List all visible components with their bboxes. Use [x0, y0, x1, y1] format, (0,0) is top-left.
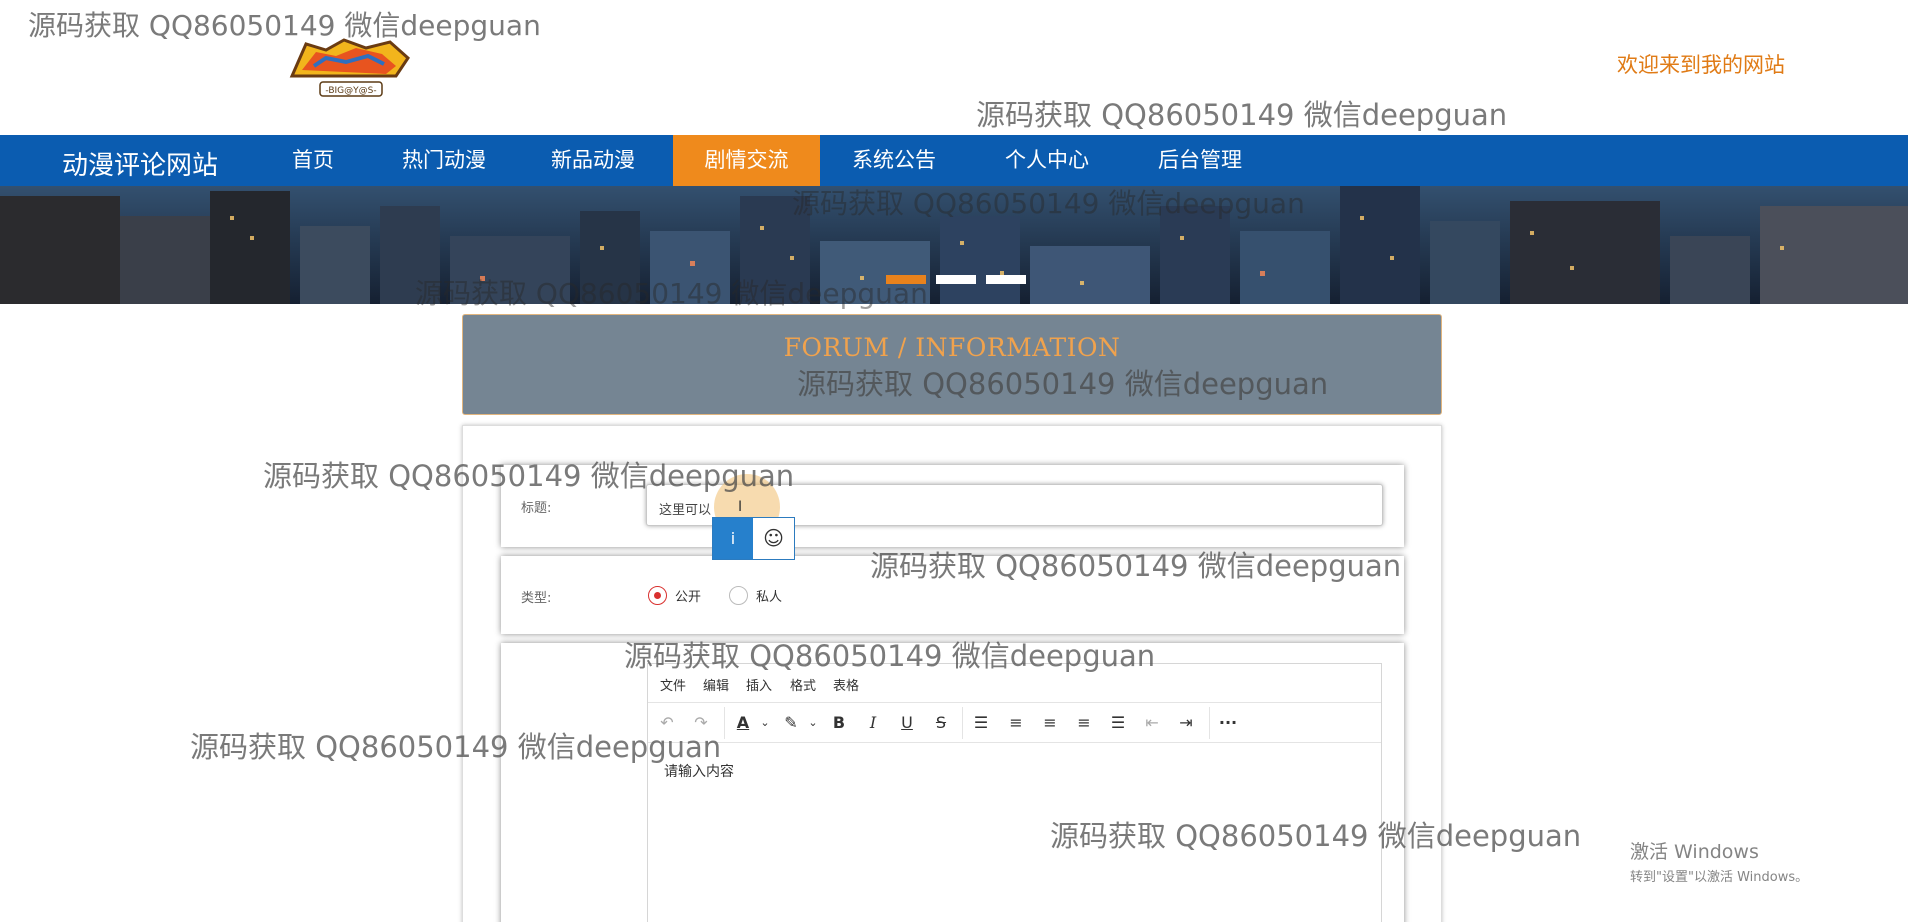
nav-item-home[interactable]: 首页: [274, 135, 352, 186]
editor-content[interactable]: 请输入内容: [664, 761, 734, 781]
radio-private-circle[interactable]: [729, 586, 748, 605]
underline-icon[interactable]: U: [894, 710, 920, 736]
ime-emoji-icon[interactable]: ☺: [753, 518, 794, 559]
more-icon[interactable]: ···: [1215, 710, 1241, 736]
align-left-icon[interactable]: ≡: [1003, 710, 1029, 736]
title-label: 标题:: [521, 501, 552, 516]
strikethrough-icon[interactable]: S: [928, 710, 954, 736]
banner-dot-2[interactable]: [936, 275, 976, 284]
rich-text-editor: 文件 编辑 插入 格式 表格 ↶ ↷ A ⌄ ✎ ⌄ B I U S ☰ ≡ ≡…: [647, 663, 1382, 922]
redo-icon[interactable]: ↷: [688, 710, 714, 736]
indent-icon[interactable]: ⇥: [1173, 710, 1199, 736]
site-logo-icon[interactable]: -BIG@Y@S-: [286, 36, 414, 102]
site-brand[interactable]: 动漫评论网站: [62, 145, 218, 182]
banner-dot-3[interactable]: [986, 275, 1026, 284]
windows-activation-title: 激活 Windows: [1630, 841, 1759, 863]
menu-table[interactable]: 表格: [833, 675, 859, 694]
main-nav: 动漫评论网站 首页 热门动漫 新品动漫 剧情交流 系统公告 个人中心 后台管理: [0, 135, 1908, 186]
menu-format[interactable]: 格式: [790, 675, 816, 694]
justify-icon[interactable]: ☰: [1105, 710, 1131, 736]
highlight-dropdown-icon[interactable]: ⌄: [800, 710, 826, 736]
nav-item-plot-forum[interactable]: 剧情交流: [673, 135, 820, 186]
nav-item-hot-anime[interactable]: 热门动漫: [384, 135, 504, 186]
windows-activation-subtitle: 转到"设置"以激活 Windows。: [1630, 870, 1809, 885]
radio-private-label: 私人: [756, 590, 783, 605]
city-skyline-image: [0, 186, 1908, 304]
menu-insert[interactable]: 插入: [746, 675, 772, 694]
italic-icon[interactable]: I: [860, 710, 886, 736]
type-row: 类型:: [501, 556, 1404, 634]
svg-text:-BIG@Y@S-: -BIG@Y@S-: [325, 86, 376, 96]
menu-edit[interactable]: 编辑: [703, 675, 729, 694]
align-center-icon[interactable]: ≡: [1037, 710, 1063, 736]
editor-toolbar: ↶ ↷ A ⌄ ✎ ⌄ B I U S ☰ ≡ ≡ ≡ ☰ ⇤ ⇥ ···: [648, 703, 1381, 743]
ime-info-icon[interactable]: i: [713, 518, 753, 559]
editor-menubar: 文件 编辑 插入 格式 表格: [648, 664, 1381, 703]
type-label: 类型:: [521, 591, 552, 606]
bullet-list-icon[interactable]: ☰: [968, 710, 994, 736]
nav-item-admin[interactable]: 后台管理: [1140, 135, 1260, 186]
section-title-box: FORUM / INFORMATION: [462, 314, 1442, 415]
site-header: -BIG@Y@S- 欢迎来到我的网站: [0, 0, 1908, 135]
undo-icon[interactable]: ↶: [654, 710, 680, 736]
radio-public-circle[interactable]: [648, 586, 667, 605]
align-right-icon[interactable]: ≡: [1071, 710, 1097, 736]
bold-icon[interactable]: B: [826, 710, 852, 736]
page: -BIG@Y@S- 欢迎来到我的网站 动漫评论网站 首页 热门动漫 新品动漫 剧…: [0, 0, 1908, 922]
banner-carousel[interactable]: [0, 186, 1908, 304]
welcome-text: 欢迎来到我的网站: [1617, 53, 1785, 77]
nav-item-personal-center[interactable]: 个人中心: [987, 135, 1107, 186]
banner-pagination: [886, 275, 1026, 284]
radio-public-label: 公开: [675, 590, 702, 605]
banner-dot-1[interactable]: [886, 275, 926, 284]
radio-private[interactable]: 私人: [729, 586, 782, 605]
nav-item-new-anime[interactable]: 新品动漫: [533, 135, 653, 186]
radio-public[interactable]: 公开: [648, 586, 701, 605]
menu-file[interactable]: 文件: [660, 675, 686, 694]
section-title-en: FORUM / INFORMATION: [783, 333, 1121, 362]
nav-item-announcements[interactable]: 系统公告: [834, 135, 954, 186]
ime-toolbar[interactable]: i ☺: [712, 517, 795, 560]
windows-activation-notice: 激活 Windows 转到"设置"以激活 Windows。: [1630, 837, 1808, 885]
text-cursor-icon: I: [738, 499, 743, 515]
outdent-icon[interactable]: ⇤: [1139, 710, 1165, 736]
font-color-dropdown-icon[interactable]: ⌄: [752, 710, 778, 736]
